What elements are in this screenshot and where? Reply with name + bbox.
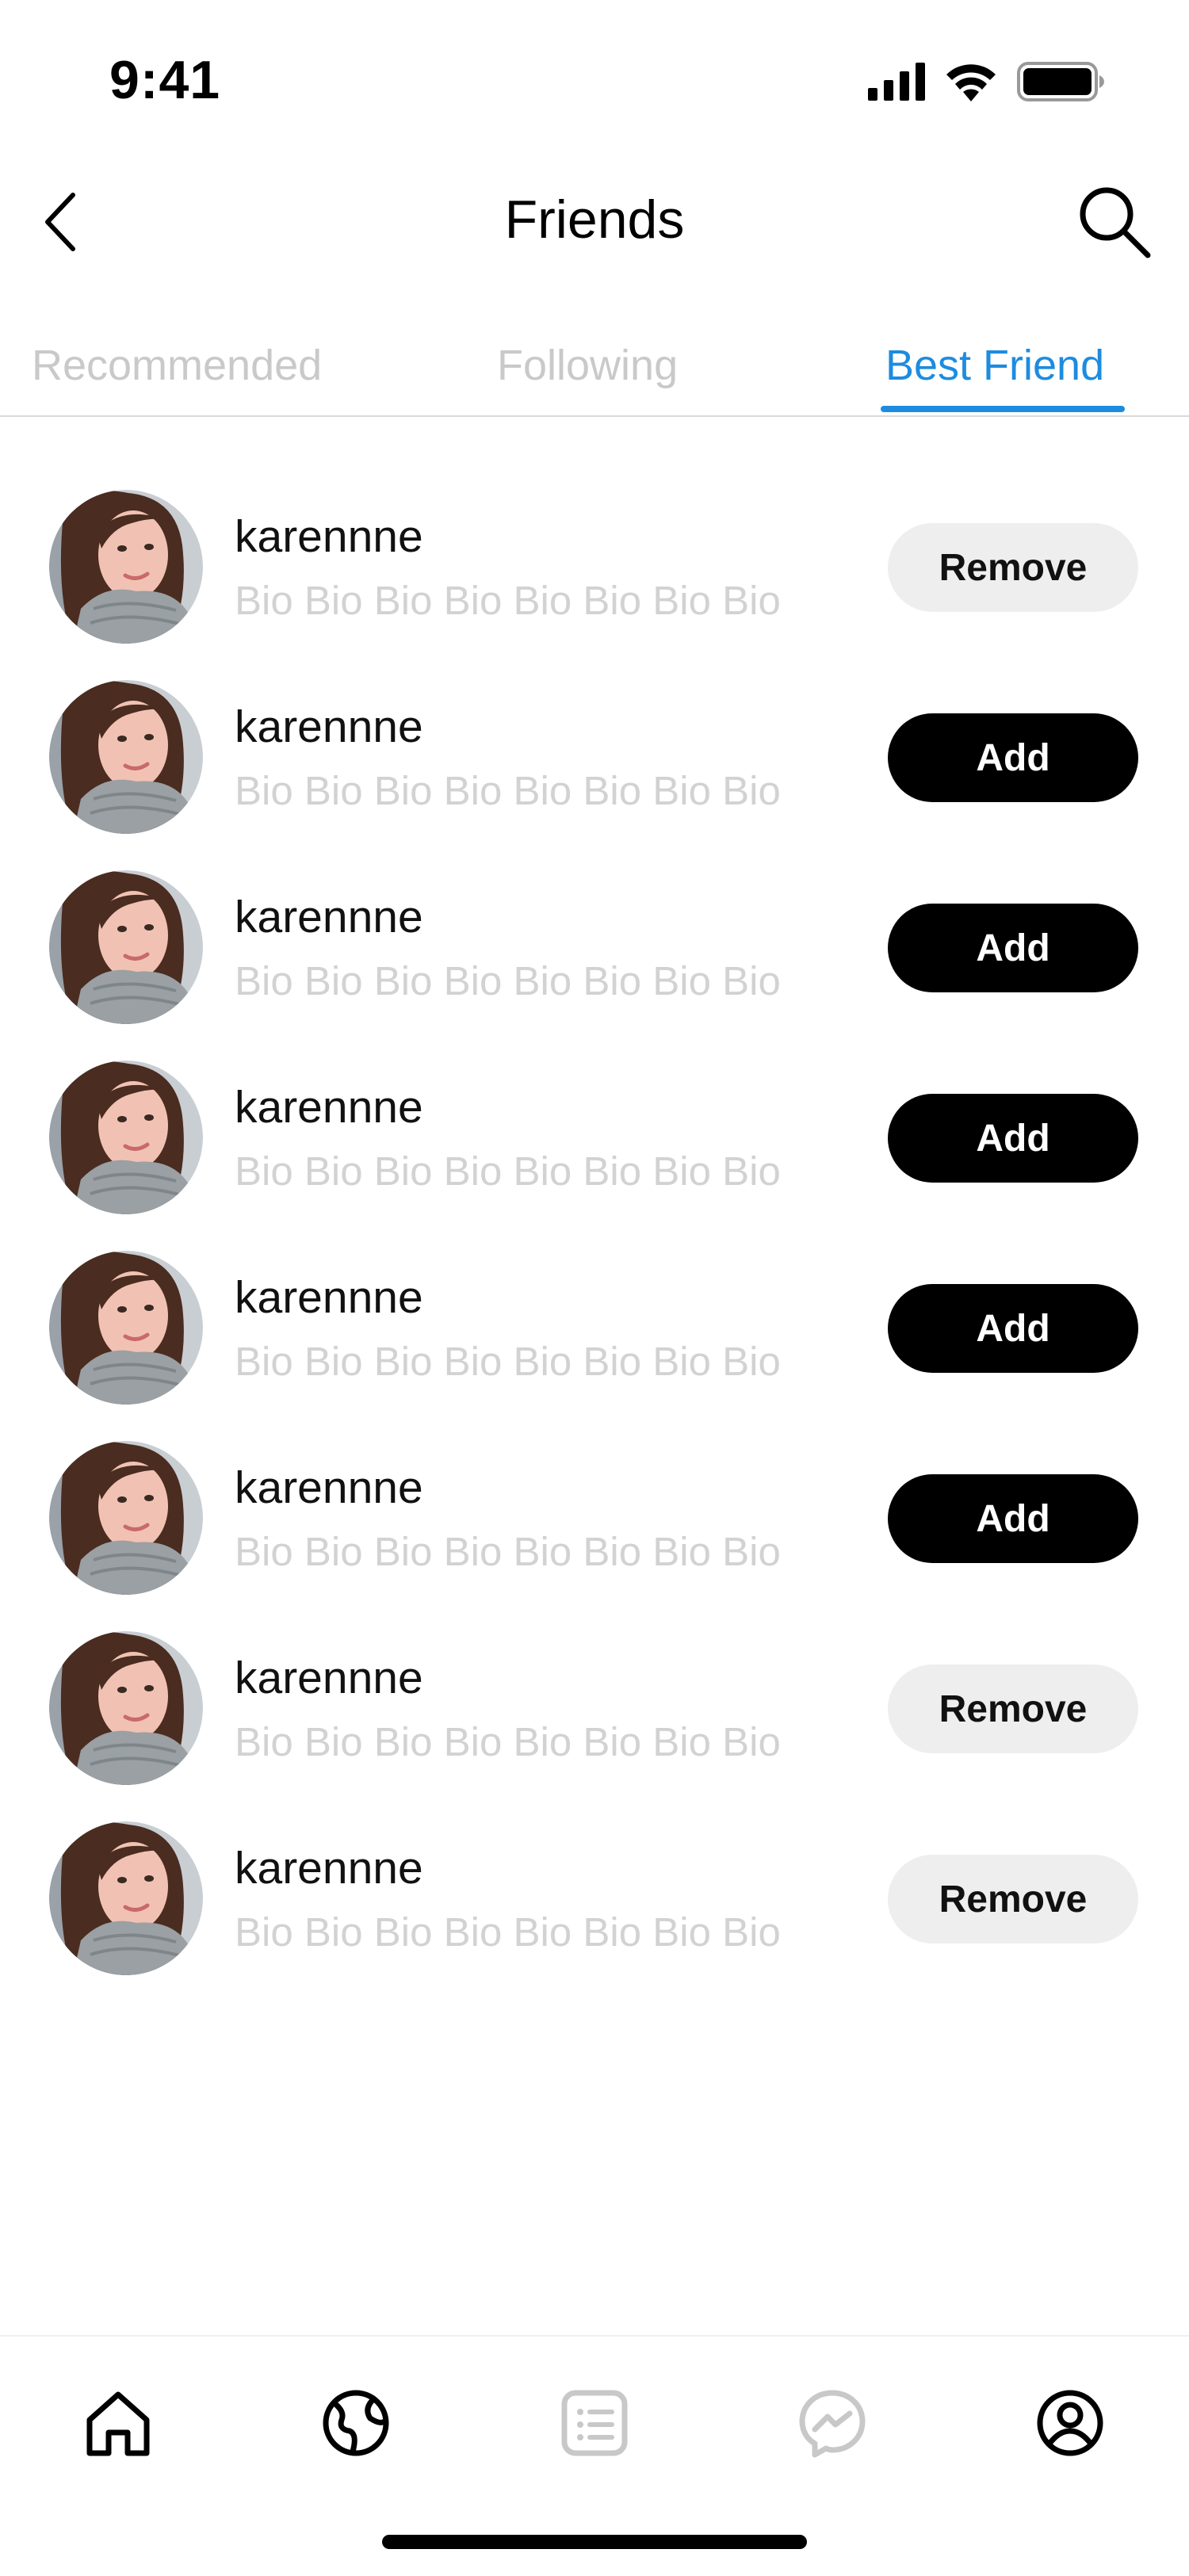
friend-row: karennne Bio Bio Bio Bio Bio Bio Bio Bio… [0,848,1189,1038]
friend-row: karennne Bio Bio Bio Bio Bio Bio Bio Bio… [0,1799,1189,1989]
tab-following[interactable]: Following [497,341,678,390]
search-button[interactable] [1075,182,1154,262]
tab-bar: Recommended Following Best Friend [0,333,1189,417]
tab-recommended[interactable]: Recommended [32,341,322,390]
username[interactable]: karennne [235,1462,423,1514]
avatar[interactable] [49,870,203,1024]
add-button[interactable]: Add [888,713,1138,802]
username[interactable]: karennne [235,1081,423,1133]
friend-row: karennne Bio Bio Bio Bio Bio Bio Bio Bio… [0,1419,1189,1609]
active-tab-indicator [881,406,1125,412]
avatar[interactable] [49,1061,203,1214]
nav-profile[interactable] [1027,2379,1114,2467]
avatar[interactable] [49,1631,203,1785]
nav-messages[interactable] [789,2379,876,2467]
username[interactable]: karennne [235,510,423,563]
wifi-icon [946,64,996,101]
tab-best-friend[interactable]: Best Friend [885,341,1104,390]
header: Friends [0,159,1189,285]
page-title: Friends [504,189,685,250]
add-button[interactable]: Add [888,904,1138,992]
add-button[interactable]: Add [888,1284,1138,1373]
friend-row: karennne Bio Bio Bio Bio Bio Bio Bio Bio… [0,1229,1189,1419]
bio: Bio Bio Bio Bio Bio Bio Bio Bio [235,768,781,813]
bio: Bio Bio Bio Bio Bio Bio Bio Bio [235,1339,781,1384]
username[interactable]: karennne [235,891,423,943]
home-icon [86,2391,150,2456]
username[interactable]: karennne [235,1652,423,1704]
bio: Bio Bio Bio Bio Bio Bio Bio Bio [235,1719,781,1764]
nav-feed[interactable] [551,2379,638,2467]
bio: Bio Bio Bio Bio Bio Bio Bio Bio [235,578,781,623]
friend-row: karennne Bio Bio Bio Bio Bio Bio Bio Bio… [0,658,1189,848]
remove-button[interactable]: Remove [888,1855,1138,1943]
friend-row: karennne Bio Bio Bio Bio Bio Bio Bio Bio… [0,1609,1189,1799]
add-button[interactable]: Add [888,1094,1138,1183]
bio: Bio Bio Bio Bio Bio Bio Bio Bio [235,958,781,1003]
username[interactable]: karennne [235,1271,423,1324]
avatar[interactable] [49,490,203,644]
friend-row: karennne Bio Bio Bio Bio Bio Bio Bio Bio… [0,468,1189,658]
bio: Bio Bio Bio Bio Bio Bio Bio Bio [235,1909,781,1955]
nav-home[interactable] [75,2379,162,2467]
status-bar: 9:41 [0,0,1189,159]
avatar[interactable] [49,1821,203,1975]
bottom-nav [0,2335,1189,2576]
cellular-signal-icon [868,63,925,101]
profile-icon [1037,2390,1103,2456]
add-button[interactable]: Add [888,1474,1138,1563]
bio: Bio Bio Bio Bio Bio Bio Bio Bio [235,1148,781,1194]
avatar[interactable] [49,1441,203,1595]
remove-button[interactable]: Remove [888,1664,1138,1753]
remove-button[interactable]: Remove [888,523,1138,612]
nav-explore[interactable] [312,2379,400,2467]
avatar[interactable] [49,680,203,834]
search-icon [1080,187,1151,258]
status-time: 9:41 [109,50,221,110]
username[interactable]: karennne [235,701,423,753]
avatar[interactable] [49,1251,203,1405]
username[interactable]: karennne [235,1842,423,1894]
status-icons [868,62,1106,101]
home-indicator [382,2535,807,2549]
battery-icon [1017,62,1104,101]
friend-row: karennne Bio Bio Bio Bio Bio Bio Bio Bio… [0,1038,1189,1229]
bio: Bio Bio Bio Bio Bio Bio Bio Bio [235,1529,781,1574]
globe-icon [323,2390,389,2456]
messenger-icon [799,2390,866,2458]
list-icon [561,2390,628,2456]
